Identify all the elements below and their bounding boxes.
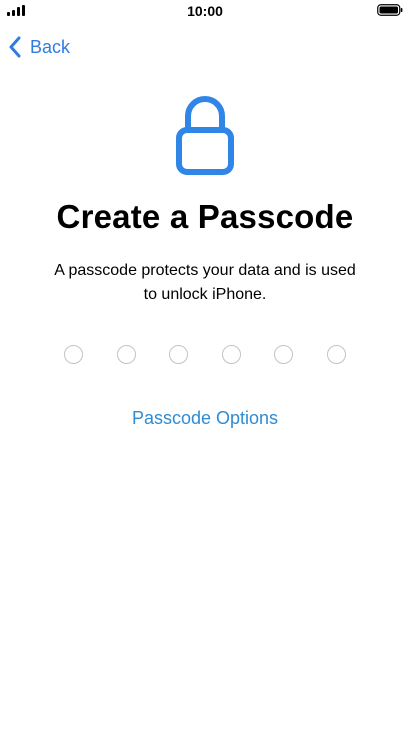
page-title: Create a Passcode [56, 198, 354, 235]
passcode-entry-dots [0, 344, 410, 368]
chevron-left-icon [9, 36, 21, 58]
subtitle-line-2: to unlock iPhone. [143, 286, 267, 303]
passcode-dot [117, 345, 136, 364]
passcode-dot [169, 345, 188, 364]
back-label: Back [30, 36, 71, 57]
status-time: 10:00 [187, 3, 223, 19]
passcode-dot [327, 345, 346, 364]
status-bar: 10:00 [0, 0, 410, 24]
passcode-dot [222, 345, 241, 364]
page-subtitle: A passcode protects your data and is use… [20, 259, 390, 307]
passcode-dot [64, 345, 83, 364]
back-button[interactable]: Back [8, 34, 70, 60]
battery-full-icon [377, 4, 403, 16]
passcode-options-button[interactable]: Passcode Options [0, 408, 410, 429]
passcode-dot [274, 345, 293, 364]
subtitle-line-1: A passcode protects your data and is use… [54, 262, 356, 279]
lock-icon [176, 96, 234, 175]
